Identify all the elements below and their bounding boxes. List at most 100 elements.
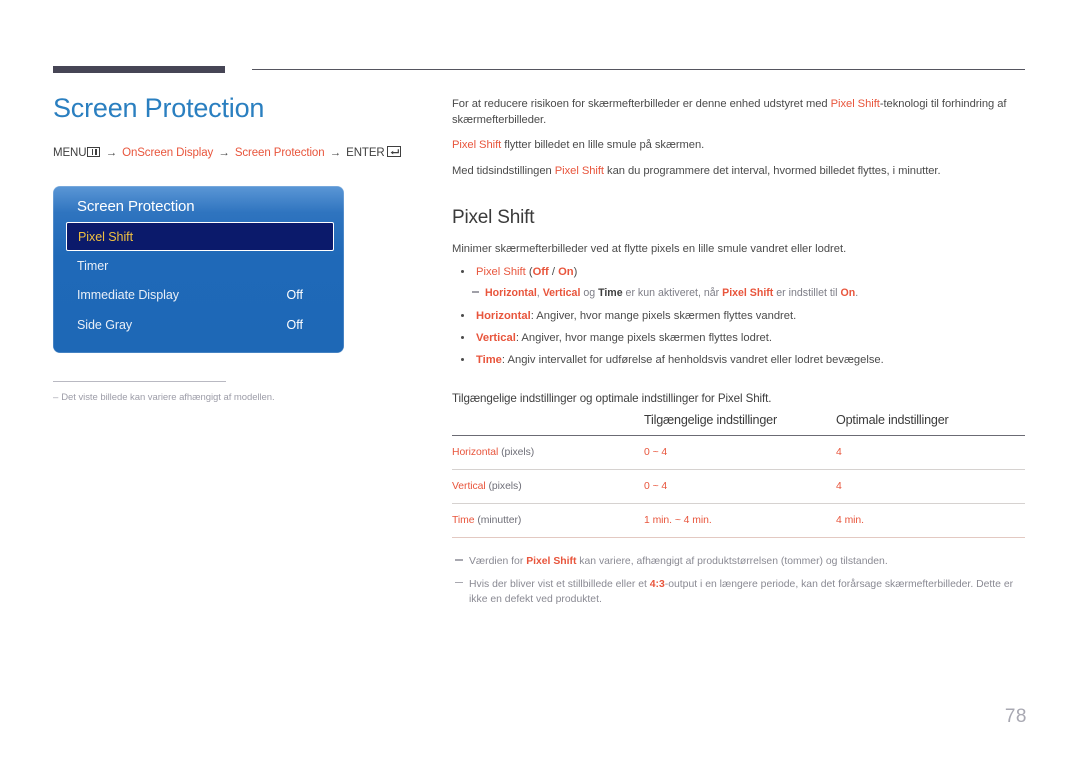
left-footnote: – Det viste billede kan variere afhængigt… bbox=[53, 381, 393, 404]
left-column: Screen Protection MENU → OnScreen Displa… bbox=[53, 92, 413, 161]
footnote: Værdien for Pixel Shift kan variere, afh… bbox=[452, 554, 1025, 569]
left-footnote-body: Det viste billede kan variere afhængigt … bbox=[61, 392, 275, 403]
text-run: Pixel Shift bbox=[452, 139, 502, 152]
left-footnote-text: – Det viste billede kan variere afhængigt… bbox=[53, 391, 393, 404]
feature-bullet-list: Pixel Shift (Off / On) Horizontal, Verti… bbox=[452, 264, 1025, 368]
section-title-pixel-shift: Pixel Shift bbox=[452, 206, 535, 228]
osd-item-label: Side Gray bbox=[77, 317, 133, 332]
osd-menu-list: Pixel Shift Timer Immediate Display Off … bbox=[66, 222, 334, 340]
table-header-row: Tilgængelige indstillinger Optimale inds… bbox=[452, 413, 1025, 437]
page-number: 78 bbox=[1004, 706, 1027, 727]
list-item: Vertical: Angiver, hvor mange pixels skæ… bbox=[452, 330, 1025, 346]
osd-item-immediate-display[interactable]: Immediate Display Off bbox=[66, 281, 334, 311]
table-cell-name-text: Time bbox=[452, 515, 475, 527]
table-cell-name-unit: (minutter) bbox=[474, 515, 522, 527]
text-run: Horizontal bbox=[485, 287, 537, 300]
table-header-available: Tilgængelige indstillinger bbox=[644, 413, 836, 437]
table-cell-name: Vertical (pixels) bbox=[452, 469, 644, 505]
breadcrumb-enter-label: ENTER bbox=[346, 146, 385, 159]
text-run: Horizontal bbox=[476, 309, 531, 322]
text-run: er indstillet til bbox=[773, 287, 841, 300]
text-run: Pixel Shift bbox=[476, 266, 526, 279]
breadcrumb-arrow-1: → bbox=[105, 146, 118, 159]
text-run: er kun aktiveret, når bbox=[622, 287, 723, 300]
text-run: On bbox=[840, 287, 856, 300]
left-footnote-rule bbox=[53, 381, 226, 382]
footnote: Hvis der bliver vist et stillbillede ell… bbox=[452, 577, 1025, 607]
left-footnote-dash: – bbox=[53, 392, 59, 403]
table-row: Time (minutter) 1 min. ~ 4 min. 4 min. bbox=[452, 503, 1025, 539]
header-rules bbox=[53, 66, 1025, 75]
text-run: Pixel Shift bbox=[554, 164, 604, 177]
text-run: flytter billedet en lille smule på skærm… bbox=[501, 139, 705, 152]
table-row: Horizontal (pixels) 0 ~ 4 4 bbox=[452, 435, 1025, 471]
intro-paragraph: Pixel Shift flytter billedet en lille sm… bbox=[452, 137, 1025, 153]
text-run: For at reducere risikoen for skærmefterb… bbox=[452, 98, 831, 110]
footnote-list: Værdien for Pixel Shift kan variere, afh… bbox=[452, 554, 1025, 606]
header-rule-thin bbox=[252, 69, 1025, 70]
osd-item-label: Pixel Shift bbox=[78, 229, 134, 244]
table-cell-name: Time (minutter) bbox=[452, 503, 644, 539]
text-run: : Angiver, hvor mange pixels skærmen fly… bbox=[515, 332, 772, 344]
osd-panel-title: Screen Protection bbox=[77, 198, 195, 215]
text-run: Pixel Shift bbox=[722, 287, 774, 300]
text-run: On bbox=[558, 266, 574, 279]
table-cell-name-text: Vertical bbox=[452, 481, 486, 493]
intro-paragraph: For at reducere risikoen for skærmefterb… bbox=[452, 96, 1025, 128]
table-body: Horizontal (pixels) 0 ~ 4 4 Vertical (pi… bbox=[452, 435, 1025, 539]
text-run: : Angiv intervallet for udførelse af hen… bbox=[501, 354, 884, 367]
page-title: Screen Protection bbox=[53, 93, 265, 123]
text-run: . bbox=[855, 287, 859, 300]
table-cell-available: 1 min. ~ 4 min. bbox=[644, 503, 836, 539]
breadcrumb-arrow-2: → bbox=[218, 146, 230, 159]
table-cell-name-text: Horizontal bbox=[452, 447, 499, 459]
table-header-blank bbox=[452, 413, 644, 437]
text-run: Vertical bbox=[542, 287, 581, 300]
table-cell-optimal: 4 min. bbox=[836, 503, 1025, 539]
osd-item-label: Immediate Display bbox=[77, 288, 179, 303]
intro-paragraph: Med tidsindstillingen Pixel Shift kan du… bbox=[452, 163, 1025, 179]
table-cell-optimal: 4 bbox=[836, 435, 1025, 471]
table-cell-available: 0 ~ 4 bbox=[644, 435, 836, 471]
text-run: og bbox=[580, 287, 599, 300]
list-item: Horizontal: Angiver, hvor mange pixels s… bbox=[452, 308, 1025, 324]
settings-table: Tilgængelige indstillinger Optimale inds… bbox=[452, 413, 1025, 539]
breadcrumb-step-screen-protection[interactable]: Screen Protection bbox=[235, 147, 325, 159]
header-rule-thick bbox=[53, 66, 225, 73]
table-cell-name: Horizontal (pixels) bbox=[452, 435, 644, 471]
osd-item-side-gray[interactable]: Side Gray Off bbox=[66, 310, 334, 340]
list-item: Time: Angiv intervallet for udførelse af… bbox=[452, 352, 1025, 368]
text-run: kan variere, afhængigt af produktstørrel… bbox=[576, 556, 888, 568]
table-cell-name-unit: (pixels) bbox=[498, 447, 535, 459]
osd-item-pixel-shift[interactable]: Pixel Shift bbox=[66, 222, 334, 251]
intro-paragraphs: For at reducere risikoen for skærmefterb… bbox=[452, 96, 1025, 179]
list-item-note: Horizontal, Vertical og Time er kun akti… bbox=[452, 286, 1025, 301]
text-run: kan du programmere det interval, hvormed… bbox=[603, 164, 941, 177]
osd-item-label: Timer bbox=[77, 258, 109, 273]
text-run: ) bbox=[573, 266, 578, 279]
text-run: Time bbox=[598, 287, 623, 300]
text-run: Med tidsindstillingen bbox=[452, 164, 555, 177]
table-header-optimal: Optimale indstillinger bbox=[836, 413, 1025, 437]
breadcrumb-arrow-3: → bbox=[329, 146, 342, 159]
enter-key-icon bbox=[386, 146, 401, 158]
breadcrumb-menu-label: MENU bbox=[53, 146, 87, 159]
text-run: Værdien for bbox=[469, 556, 527, 568]
text-run: Off bbox=[532, 266, 549, 279]
menu-bars-icon bbox=[87, 146, 101, 157]
text-run: : Angiver, hvor mange pixels skærmen fly… bbox=[530, 309, 797, 322]
osd-panel: Screen Protection Pixel Shift Timer Imme… bbox=[53, 186, 344, 353]
table-row: Vertical (pixels) 0 ~ 4 4 bbox=[452, 469, 1025, 505]
text-run: Vertical bbox=[476, 332, 516, 344]
text-run: Hvis der bliver vist et stillbillede ell… bbox=[469, 578, 650, 590]
breadcrumb: MENU → OnScreen Display → Screen Protect… bbox=[53, 146, 413, 161]
text-run: ( bbox=[525, 266, 533, 279]
right-column: For at reducere risikoen for skærmefterb… bbox=[452, 96, 1025, 614]
breadcrumb-step-onscreen-display[interactable]: OnScreen Display bbox=[122, 147, 213, 159]
table-caption: Tilgængelige indstillinger og optimale i… bbox=[452, 392, 772, 406]
text-run: Pixel Shift bbox=[526, 556, 577, 568]
osd-item-value: Off bbox=[286, 288, 303, 303]
text-run: Time bbox=[476, 354, 502, 367]
table-cell-optimal: 4 bbox=[836, 469, 1025, 505]
osd-item-timer[interactable]: Timer bbox=[66, 251, 334, 281]
